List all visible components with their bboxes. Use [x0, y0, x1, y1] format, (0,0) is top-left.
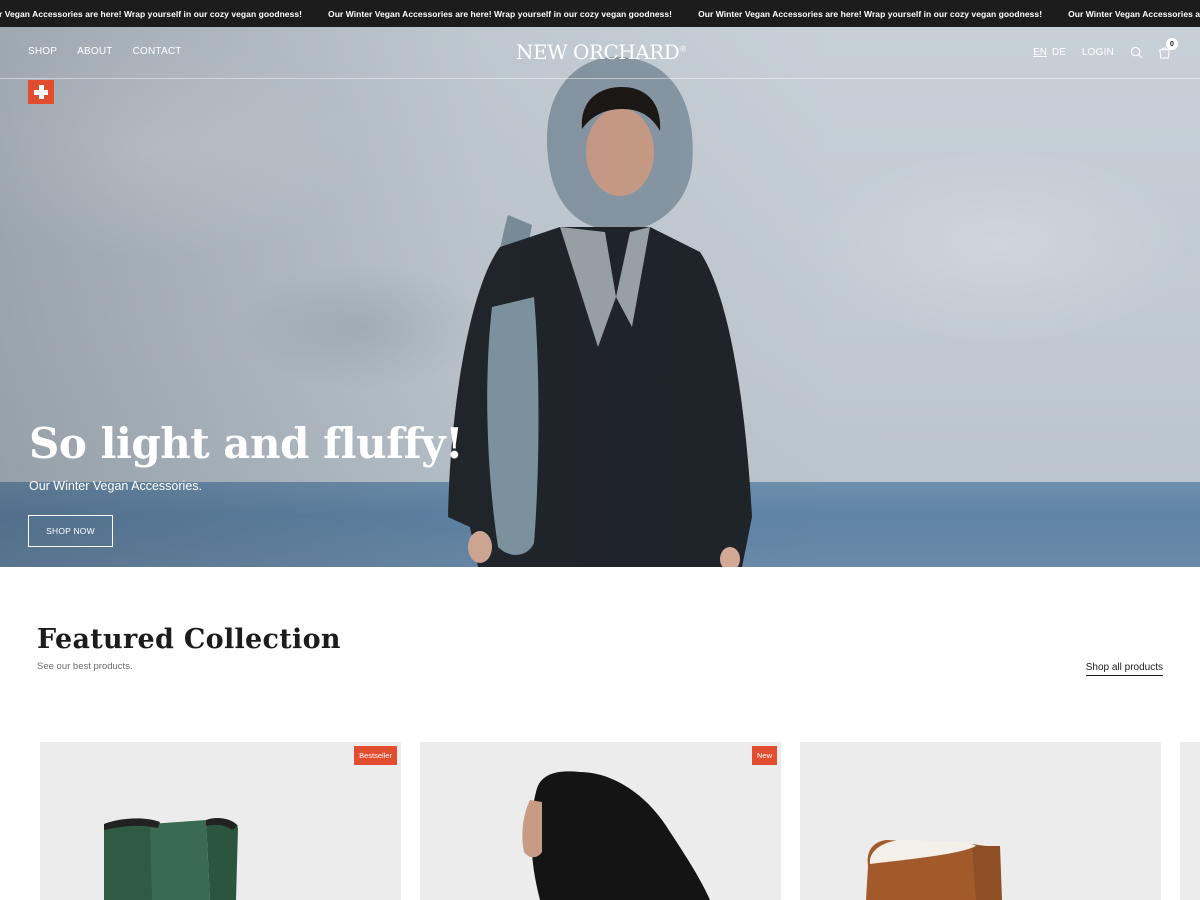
product-badge: Bestseller — [354, 746, 397, 765]
header-actions: EN DE LOGIN 0 — [1033, 38, 1178, 60]
search-icon[interactable] — [1128, 44, 1144, 60]
language-en[interactable]: EN — [1033, 47, 1047, 58]
nav-link-about[interactable]: ABOUT — [77, 46, 112, 57]
logo-registered-mark: ® — [679, 44, 687, 54]
featured-subtitle: See our best products. — [37, 661, 133, 672]
announcement-message: Our Winter Vegan Accessories are here! W… — [0, 8, 303, 19]
announcement-message: Our Winter Vegan Accessories are here! W… — [698, 8, 1043, 19]
product-image-black-hood — [522, 771, 710, 900]
cart-count-badge: 0 — [1166, 38, 1178, 50]
nav-link-shop[interactable]: SHOP — [28, 46, 57, 57]
product-badge: New — [751, 746, 777, 765]
site-header: SHOP ABOUT CONTACT NEW ORCHARD® EN DE LO… — [0, 27, 1200, 79]
product-image-brown-slipper — [866, 839, 1002, 900]
site-logo[interactable]: NEW ORCHARD® — [516, 40, 687, 64]
product-card[interactable]: New — [420, 742, 781, 900]
language-de[interactable]: DE — [1052, 47, 1066, 58]
announcement-track: Our Winter Vegan Accessories are here! W… — [0, 0, 1200, 27]
shop-now-button[interactable]: SHOP NOW — [28, 515, 113, 547]
swiss-cross-icon — [28, 80, 54, 104]
announcement-bar: Our Winter Vegan Accessories are here! W… — [0, 0, 1200, 27]
main-nav: SHOP ABOUT CONTACT — [28, 46, 182, 57]
product-card[interactable]: Bestseller — [40, 742, 401, 900]
product-image-green-boot — [104, 818, 238, 900]
product-card[interactable] — [800, 742, 1161, 900]
hero-title: So light and fluffy! — [29, 419, 464, 468]
featured-title: Featured Collection — [37, 624, 341, 655]
hero-banner: SHOP ABOUT CONTACT NEW ORCHARD® EN DE LO… — [0, 27, 1200, 567]
nav-link-contact[interactable]: CONTACT — [133, 46, 182, 57]
announcement-message: Our Winter Vegan Accessories are here! W… — [1068, 8, 1200, 19]
announcement-message: Our Winter Vegan Accessories are here! W… — [328, 8, 673, 19]
login-link[interactable]: LOGIN — [1082, 47, 1114, 58]
cart-icon[interactable]: 0 — [1156, 38, 1178, 60]
product-card-partial[interactable] — [1180, 742, 1200, 900]
shop-all-link[interactable]: Shop all products — [1085, 662, 1163, 676]
logo-text: NEW ORCHARD — [516, 40, 680, 64]
hero-subtitle: Our Winter Vegan Accessories. — [29, 479, 202, 493]
